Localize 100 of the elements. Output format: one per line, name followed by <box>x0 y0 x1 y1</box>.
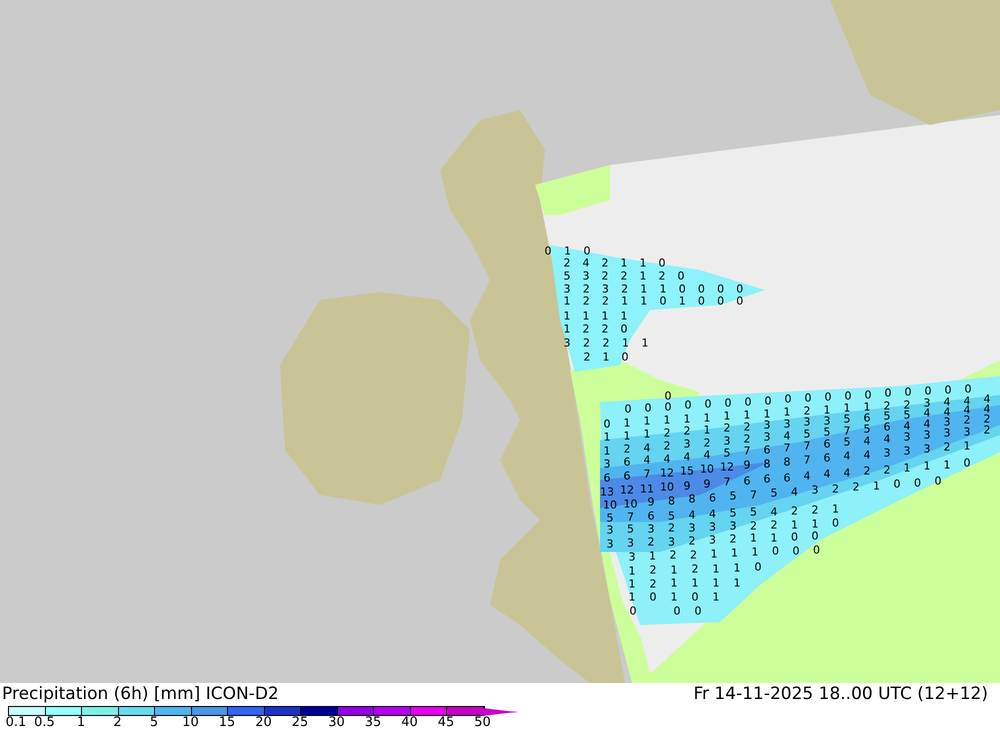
precipitation-value: 3 <box>709 534 716 546</box>
precipitation-value: 1 <box>864 402 870 413</box>
precipitation-value: 2 <box>904 399 910 410</box>
precipitation-value: 1 <box>670 592 678 602</box>
precipitation-value: 3 <box>824 415 830 426</box>
precipitation-value: 0 <box>764 395 772 406</box>
precipitation-value: 3 <box>944 416 950 428</box>
precipitation-value: 2 <box>744 421 750 432</box>
precipitation-value: 0 <box>884 388 892 399</box>
precipitation-value: 3 <box>688 522 696 534</box>
precipitation-value: 1 <box>620 258 628 268</box>
precipitation-value: 5 <box>606 512 614 524</box>
precipitation-value: 0 <box>864 389 872 400</box>
precipitation-value: 10 <box>603 500 617 510</box>
precipitation-value: 1 <box>622 338 629 348</box>
precipitation-value: 1 <box>844 402 850 414</box>
precipitation-value: 3 <box>904 432 910 442</box>
precipitation-value: 1 <box>660 284 666 294</box>
precipitation-value: 0 <box>914 477 921 488</box>
precipitation-value: 0 <box>704 398 712 410</box>
precipitation-value: 0 <box>658 258 666 268</box>
precipitation-value: 3 <box>564 284 570 294</box>
precipitation-value: 2 <box>664 440 670 452</box>
precipitation-value: 3 <box>604 458 610 470</box>
precipitation-value: 0 <box>844 390 852 402</box>
precipitation-value: 1 <box>644 428 650 440</box>
precipitation-value: 0 <box>772 546 779 557</box>
precipitation-value: 3 <box>724 435 730 446</box>
precipitation-value: 0 <box>791 531 798 542</box>
precipitation-value: 6 <box>764 474 770 485</box>
precipitation-value: 5 <box>627 524 634 535</box>
precipitation-value: 1 <box>564 296 570 306</box>
precipitation-value: 3 <box>904 446 910 456</box>
precipitation-value: 1 <box>620 310 628 322</box>
legend-tick-label: 20 <box>255 716 272 729</box>
precipitation-value: 4 <box>944 396 950 408</box>
precipitation-value: 0 <box>813 544 820 556</box>
precipitation-value: 0 <box>792 545 800 556</box>
precipitation-value: 7 <box>750 489 757 500</box>
precipitation-value: 3 <box>784 418 790 429</box>
precipitation-value: 0 <box>630 606 636 616</box>
precipitation-value: 2 <box>730 534 736 545</box>
precipitation-value: 9 <box>744 460 750 471</box>
precipitation-value: 3 <box>924 430 930 441</box>
precipitation-value: 0 <box>934 476 942 486</box>
precipitation-value: 4 <box>924 418 930 430</box>
precipitation-value: 4 <box>984 394 990 405</box>
precipitation-value: 0 <box>604 418 610 430</box>
precipitation-value: 10 <box>624 498 638 509</box>
precipitation-value: 3 <box>730 520 736 532</box>
precipitation-value: 0 <box>964 458 970 469</box>
precipitation-value: 1 <box>664 414 670 426</box>
precipitation-value: 1 <box>712 563 720 574</box>
precipitation-value: 4 <box>924 408 930 418</box>
precipitation-value: 1 <box>670 564 678 576</box>
precipitation-value: 1 <box>640 258 646 268</box>
legend-tick-label: 50 <box>474 716 491 729</box>
precipitation-value: 0 <box>717 284 724 294</box>
precipitation-value: 2 <box>744 434 750 445</box>
precipitation-value: 1 <box>640 284 648 294</box>
precipitation-value: 1 <box>784 406 790 418</box>
precipitation-value: 5 <box>770 488 778 498</box>
precipitation-value: 1 <box>604 432 610 442</box>
precipitation-value: 5 <box>884 410 890 422</box>
precipitation-value: 1 <box>628 592 636 602</box>
precipitation-value: 2 <box>583 338 590 348</box>
legend-tick-label: 15 <box>218 716 236 729</box>
precipitation-value: 0 <box>692 592 698 602</box>
precipitation-value: 7 <box>627 512 634 523</box>
precipitation-value: 2 <box>650 578 656 590</box>
precipitation-value: 0 <box>678 270 684 282</box>
precipitation-value: 1 <box>640 270 646 282</box>
precipitation-value: 2 <box>944 442 950 453</box>
legend-tick-label: 40 <box>401 716 418 729</box>
precipitation-value: 9 <box>684 480 690 492</box>
precipitation-value: 6 <box>648 510 654 522</box>
precipitation-value: 1 <box>832 504 839 515</box>
precipitation-value: 7 <box>844 425 850 436</box>
precipitation-value: 3 <box>582 270 590 282</box>
precipitation-value: 0 <box>698 284 705 294</box>
precipitation-value: 0 <box>944 384 952 396</box>
precipitation-value: 6 <box>624 456 630 468</box>
precipitation-value: 3 <box>964 426 970 438</box>
precipitation-value: 2 <box>650 564 656 576</box>
valid-time: Fr 14-11-2025 18..00 UTC (12+12) <box>694 683 988 705</box>
precipitation-value: 3 <box>944 428 950 439</box>
precipitation-value: 2 <box>692 564 698 575</box>
precipitation-value: 4 <box>964 395 970 406</box>
precipitation-value: 1 <box>731 548 738 558</box>
precipitation-value: 1 <box>944 459 950 470</box>
legend-tick-label: 10 <box>182 716 199 729</box>
precipitation-value: 5 <box>864 423 870 434</box>
precipitation-value: 5 <box>904 409 910 420</box>
legend-tick-label: 45 <box>438 716 454 729</box>
precipitation-value: 2 <box>704 437 710 448</box>
precipitation-value: 1 <box>712 592 720 602</box>
legend-tick-label: 1 <box>76 716 86 729</box>
precipitation-value: 3 <box>884 447 890 458</box>
precipitation-value: 4 <box>664 453 670 464</box>
precipitation-value: 2 <box>624 444 630 455</box>
